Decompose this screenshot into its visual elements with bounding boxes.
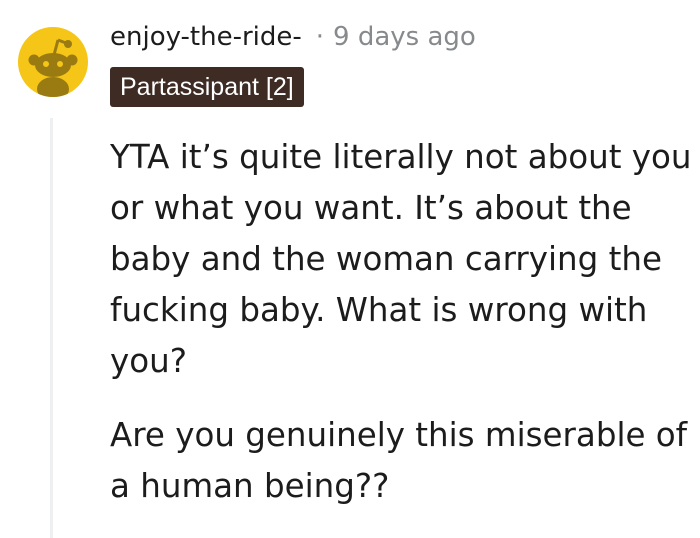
thread-line[interactable] (50, 118, 53, 538)
meta-separator: · (315, 22, 325, 52)
comment: enjoy-the-ride- · 9 days ago Partassipan… (0, 0, 700, 538)
username-link[interactable]: enjoy-the-ride- (110, 22, 302, 52)
timestamp-link[interactable]: 9 days ago (333, 22, 476, 52)
user-flair-badge: Partassipant [2] (110, 67, 304, 107)
user-avatar[interactable] (18, 27, 88, 97)
comment-body: YTA it’s quite literally not about you o… (110, 132, 700, 512)
snoo-avatar-icon (28, 38, 78, 97)
comment-meta: enjoy-the-ride- · 9 days ago (110, 20, 476, 54)
comment-paragraph: YTA it’s quite literally not about you o… (110, 138, 692, 380)
comment-paragraph: Are you genuinely this miserable of a hu… (110, 416, 688, 505)
